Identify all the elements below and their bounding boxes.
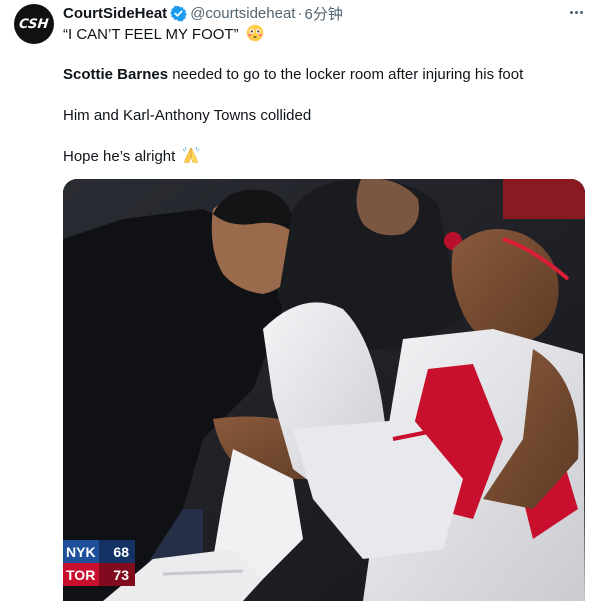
display-name[interactable]: CourtSideHeat bbox=[63, 5, 167, 22]
video-frame-image bbox=[63, 179, 585, 601]
flushed-face-emoji-icon bbox=[246, 24, 264, 42]
verified-badge-icon bbox=[170, 5, 188, 21]
tweet-text-line-1: “I CAN’T FEEL MY FOOT” bbox=[63, 24, 264, 45]
tweet-text-line-4: Hope he’s alright bbox=[63, 146, 200, 167]
separator-dot: · bbox=[297, 4, 303, 22]
tweet-text-line-3: Him and Karl-Anthony Towns collided bbox=[63, 107, 312, 124]
team-score: 73 bbox=[99, 563, 135, 586]
scoreboard-row-tor: TOR 73 bbox=[63, 563, 135, 586]
folded-hands-emoji-icon bbox=[183, 147, 200, 163]
scoreboard: NYK 68 TOR 73 bbox=[63, 540, 135, 586]
tweet-header: CourtSideHeat @courtsideheat · 6分钟 bbox=[63, 3, 343, 23]
avatar[interactable]: CSH bbox=[14, 4, 54, 44]
hope-text: Hope he’s alright bbox=[63, 148, 176, 165]
author-handle[interactable]: @courtsideheat bbox=[190, 5, 295, 22]
avatar-text: CSH bbox=[18, 16, 50, 32]
timestamp[interactable]: 6分钟 bbox=[304, 3, 342, 24]
player-name: Scottie Barnes bbox=[63, 66, 169, 83]
quote-text: “I CAN’T FEEL MY FOOT” bbox=[63, 26, 239, 43]
tweet-text-line-2: Scottie Barnes needed to go to the locke… bbox=[63, 65, 523, 85]
team-score: 68 bbox=[99, 540, 135, 563]
tweet-card[interactable]: CSH CourtSideHeat @courtsideheat · 6分钟 “… bbox=[0, 0, 598, 601]
team-abbr: TOR bbox=[66, 566, 96, 583]
more-options-icon[interactable] bbox=[567, 3, 585, 21]
tweet-video[interactable] bbox=[63, 179, 585, 601]
scoreboard-row-nyk: NYK 68 bbox=[63, 540, 135, 563]
tweet-text-rest: needed to go to the locker room after in… bbox=[168, 66, 524, 83]
team-abbr: NYK bbox=[66, 543, 96, 560]
